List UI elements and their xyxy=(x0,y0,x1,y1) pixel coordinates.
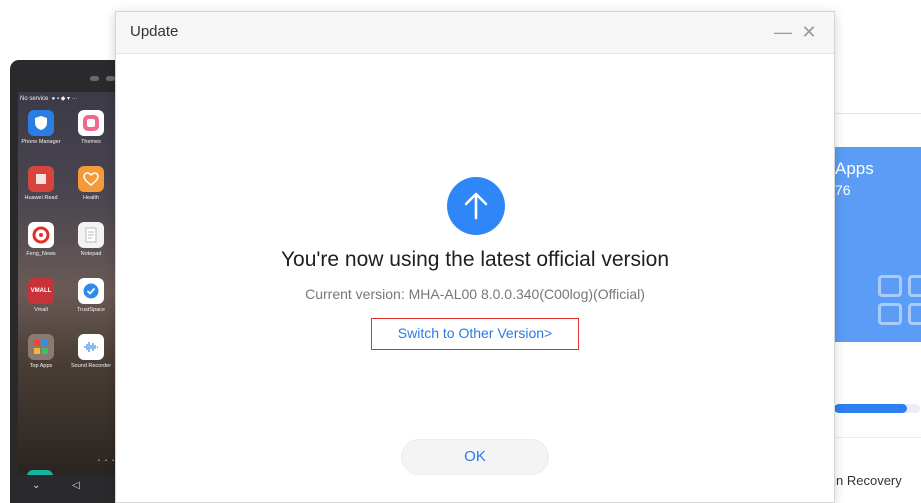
app-label: Top Apps xyxy=(29,363,53,369)
phone-status-text: No service xyxy=(20,96,49,102)
shield-icon xyxy=(28,110,54,136)
backup-progress-bar xyxy=(834,404,920,413)
phone-status-bar: No service ● ▪ ◆ ▾ ··· xyxy=(18,92,130,106)
app-icon-phone-manager[interactable]: Phone Manager xyxy=(18,110,64,145)
nav-back-icon[interactable]: ◁ xyxy=(72,480,80,491)
apps-card-title: Apps xyxy=(835,159,874,178)
app-label: Sound Recorder xyxy=(70,363,112,369)
phone-preview: No service ● ▪ ◆ ▾ ··· Phone Manager The… xyxy=(10,60,130,503)
trustspace-check-icon xyxy=(78,278,104,304)
app-label: Huawei Read xyxy=(24,195,58,201)
status-headline: You're now using the latest official ver… xyxy=(280,248,670,271)
apps-grid-icon xyxy=(878,275,921,335)
app-label: Feng_News xyxy=(26,251,56,257)
arrow-up-icon xyxy=(447,177,505,235)
app-folder-icon xyxy=(28,334,54,360)
app-label: Themes xyxy=(81,139,101,145)
nav-down-icon[interactable]: ⌄ xyxy=(32,480,40,491)
status-icons: ● ▪ ◆ ▾ ··· xyxy=(50,96,78,102)
app-label: Phone Manager xyxy=(21,139,61,145)
current-version-text: Current version: MHA-AL00 8.0.0.340(C00l… xyxy=(305,286,645,302)
phone-sensor-dot xyxy=(106,76,115,81)
phone-top-bar xyxy=(10,60,130,92)
book-icon xyxy=(28,166,54,192)
dialog-header: Update — ✕ xyxy=(116,12,834,54)
app-icon-feng-news[interactable]: Feng_News xyxy=(18,222,64,257)
app-icon-huawei-read[interactable]: Huawei Read xyxy=(18,166,64,201)
apps-card[interactable]: Apps 76 xyxy=(834,147,921,342)
phone-sensor-dot xyxy=(90,76,99,81)
ok-button[interactable]: OK xyxy=(401,439,549,475)
update-dialog: Update — ✕ You're now using the latest o… xyxy=(115,11,835,503)
divider xyxy=(835,437,921,438)
app-label: Health xyxy=(83,195,99,201)
recovery-link[interactable]: n Recovery xyxy=(836,473,902,488)
close-button[interactable]: ✕ xyxy=(798,21,820,43)
app-icon-trustspace[interactable]: TrustSpace xyxy=(68,278,114,313)
switch-version-highlight: Switch to Other Version> xyxy=(371,318,579,350)
app-icon-notepad[interactable]: Notepad xyxy=(68,222,114,257)
app-label: TrustSpace xyxy=(77,307,105,313)
phone-nav-bar: ⌄ ◁ xyxy=(26,478,126,498)
divider xyxy=(835,113,921,114)
app-icon-sound-recorder[interactable]: Sound Recorder xyxy=(68,334,114,369)
themes-icon xyxy=(78,110,104,136)
app-label: Notepad xyxy=(80,251,102,257)
app-icon-themes[interactable]: Themes xyxy=(68,110,114,145)
page-indicator: • • • xyxy=(98,458,117,464)
dock-phone-app[interactable] xyxy=(27,470,53,475)
app-icon-top-apps[interactable]: Top Apps xyxy=(18,334,64,369)
phone-screen: No service ● ▪ ◆ ▾ ··· Phone Manager The… xyxy=(18,92,130,475)
sound-wave-icon xyxy=(78,334,104,360)
switch-version-link[interactable]: Switch to Other Version> xyxy=(372,319,578,349)
feng-news-icon xyxy=(28,222,54,248)
phone-call-icon xyxy=(27,470,53,475)
apps-card-count: 76 xyxy=(835,182,851,198)
vmall-icon: VMALL xyxy=(28,278,54,304)
app-icon-vmall[interactable]: VMALL Vmall xyxy=(18,278,64,313)
dialog-title: Update xyxy=(130,23,179,40)
progress-fill xyxy=(834,404,908,413)
minimize-button[interactable]: — xyxy=(772,21,794,43)
notepad-icon xyxy=(78,222,104,248)
app-icon-health[interactable]: Health xyxy=(68,166,114,201)
app-window: No service ● ▪ ◆ ▾ ··· Phone Manager The… xyxy=(0,0,921,503)
health-heart-icon xyxy=(78,166,104,192)
app-label: Vmall xyxy=(34,307,48,313)
